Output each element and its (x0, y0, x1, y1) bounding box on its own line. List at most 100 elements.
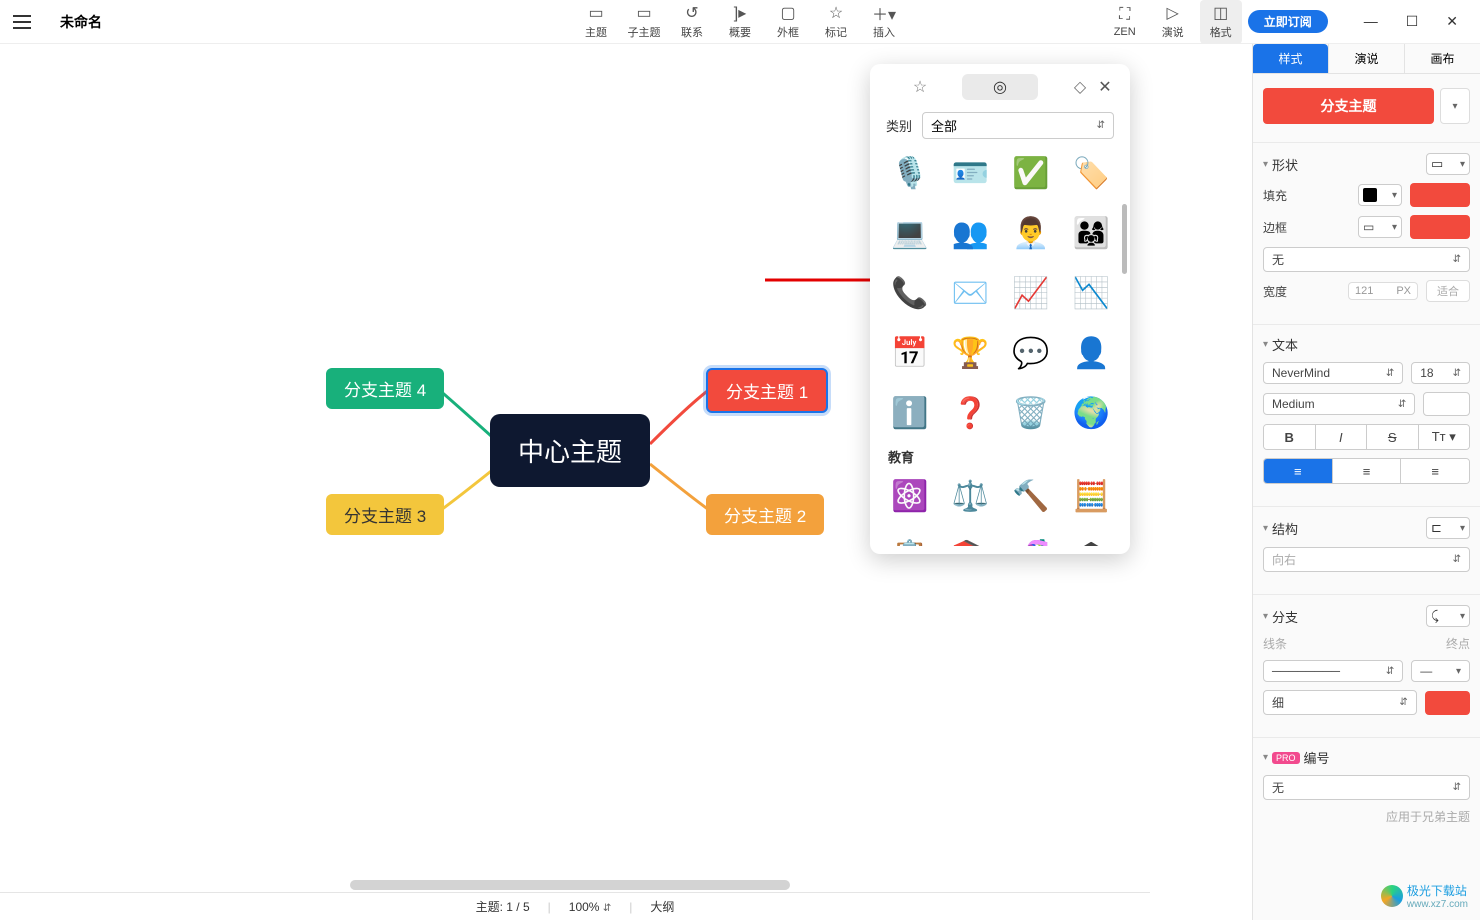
section-text-title[interactable]: ▾文本 (1263, 335, 1470, 354)
font-family-select[interactable]: NeverMind⇵ (1263, 362, 1403, 384)
align-left-button[interactable]: ≡ (1264, 459, 1332, 483)
tool-insert[interactable]: ＋▾插入 (863, 0, 905, 44)
align-center-button[interactable]: ≡ (1332, 459, 1401, 483)
verified-icon[interactable]: ✅ (1007, 149, 1055, 197)
tool-topic[interactable]: ▭主题 (575, 0, 617, 44)
fill-pattern-picker[interactable]: ▾ (1358, 184, 1402, 206)
team-chat-icon[interactable]: 👥 (947, 209, 995, 257)
calendar-icon[interactable]: 📅 (886, 329, 934, 377)
qa-icon[interactable]: 💬 (1007, 329, 1055, 377)
tool-relationship[interactable]: ↺联系 (671, 0, 713, 44)
scale-icon[interactable]: ⚖️ (947, 472, 995, 520)
tab-presentation[interactable]: 演说 (1329, 44, 1404, 73)
branch-shape-picker[interactable]: ⤹▾ (1426, 605, 1470, 627)
fill-color-button[interactable] (1410, 183, 1470, 207)
blackboard-icon[interactable]: 📋 (886, 532, 934, 546)
structure-direction-select[interactable]: 向右⇵ (1263, 547, 1470, 572)
id-badge-icon[interactable]: 🪪 (947, 149, 995, 197)
maximize-button[interactable]: ☐ (1406, 13, 1419, 30)
group-icon[interactable]: 👨‍👩‍👧 (1068, 209, 1116, 257)
width-input[interactable]: 121PX (1348, 282, 1418, 300)
tool-marker[interactable]: ☆标记 (815, 0, 857, 44)
topic-type-dropdown[interactable]: ▾ (1440, 88, 1470, 124)
dna-icon[interactable]: 🧬 (1007, 532, 1055, 546)
trash-icon[interactable]: 🗑️ (1007, 389, 1055, 437)
section-shape-title[interactable]: ▾形状 ▭▾ (1263, 153, 1470, 175)
sticker-tab-stickers[interactable]: ◎ (962, 74, 1038, 100)
stamp-icon[interactable]: 🏷️ (1068, 149, 1116, 197)
topic-type-button[interactable]: 分支主题 (1263, 88, 1434, 124)
sticker-close-button[interactable]: ✕ (1094, 76, 1116, 98)
tool-presentation[interactable]: ▷演说 (1152, 0, 1194, 44)
sticker-grid[interactable]: 🎙️🪪✅🏷️💻👥👨‍💼👨‍👩‍👧📞✉️📈📉📅🏆💬👤ℹ️❓🗑️🌍 教育 ⚛️⚖️🔨… (878, 145, 1122, 546)
category-select[interactable]: 全部⇵ (922, 112, 1114, 139)
branch-topic-1[interactable]: 分支主题 1 (706, 368, 828, 413)
border-color-button[interactable] (1410, 215, 1470, 239)
phone-call-icon[interactable]: 📞 (886, 269, 934, 317)
gavel-icon[interactable]: 🔨 (1007, 472, 1055, 520)
ranking-icon[interactable]: 🏆 (947, 329, 995, 377)
numbering-select[interactable]: 无⇵ (1263, 775, 1470, 800)
document-title: 未命名 (60, 12, 102, 32)
video-meeting-icon[interactable]: 💻 (886, 209, 934, 257)
tool-subtopic[interactable]: ▭子主题 (623, 0, 665, 44)
chart-up-icon[interactable]: 📈 (1007, 269, 1055, 317)
section-numbering-title[interactable]: ▾ PRO 编号 (1263, 748, 1470, 767)
format-panel: 样式 演说 画布 分支主题 ▾ ▾形状 ▭▾ 填充 ▾ 边框 ▭▾ 无⇵ 宽度 (1252, 44, 1480, 920)
line-thickness-select[interactable]: 细⇵ (1263, 690, 1417, 715)
bold-button[interactable]: B (1264, 425, 1315, 449)
sticker-tab-favorites[interactable]: ☆ (882, 74, 958, 100)
border-style-select[interactable]: 无⇵ (1263, 247, 1470, 272)
border-line-picker[interactable]: ▭▾ (1358, 216, 1402, 238)
branch-topic-3[interactable]: 分支主题 3 (326, 494, 444, 535)
line-color-button[interactable] (1425, 691, 1470, 715)
italic-button[interactable]: I (1315, 425, 1367, 449)
strike-button[interactable]: S (1366, 425, 1418, 449)
titlebar: 未命名 ▭主题 ▭子主题 ↺联系 ]▸概要 ▢外框 ☆标记 ＋▾插入 ⛶ZEN … (0, 0, 1480, 44)
font-size-select[interactable]: 18⇵ (1411, 362, 1470, 384)
microphone-icon[interactable]: 🎙️ (886, 149, 934, 197)
section-branch-title[interactable]: ▾分支 ⤹▾ (1263, 605, 1470, 627)
canvas-horizontal-scrollbar[interactable] (0, 878, 1150, 892)
chart-down-icon[interactable]: 📉 (1068, 269, 1116, 317)
sticker-scrollbar[interactable] (1122, 204, 1127, 274)
section-branch: ▾分支 ⤹▾ 线条 终点 ────────⇵ —▾ 细⇵ (1253, 595, 1480, 738)
central-topic[interactable]: 中心主题 (490, 414, 650, 487)
branch-topic-4[interactable]: 分支主题 4 (326, 368, 444, 409)
tool-format[interactable]: ◫格式 (1200, 0, 1242, 44)
zoom-level[interactable]: 100% ⇵ (569, 900, 611, 914)
subscribe-button[interactable]: 立即订阅 (1248, 10, 1328, 33)
tool-boundary[interactable]: ▢外框 (767, 0, 809, 44)
font-color-button[interactable] (1423, 392, 1470, 416)
format-tabs: 样式 演说 画布 (1253, 44, 1480, 74)
structure-picker[interactable]: ⊏▾ (1426, 517, 1470, 539)
align-right-button[interactable]: ≡ (1400, 459, 1469, 483)
outline-button[interactable]: 大纲 (650, 898, 674, 915)
tool-zen[interactable]: ⛶ZEN (1104, 0, 1146, 44)
branch-topic-2[interactable]: 分支主题 2 (706, 494, 824, 535)
fit-button[interactable]: 适合 (1426, 280, 1470, 302)
menu-button[interactable] (8, 8, 36, 36)
books-icon[interactable]: 📚 (947, 532, 995, 546)
support-agent-icon[interactable]: 👨‍💼 (1007, 209, 1055, 257)
sticker-panel: ☆ ◎ ◇ ✕ 类别 全部⇵ 🎙️🪪✅🏷️💻👥👨‍💼👨‍👩‍👧📞✉️📈📉📅🏆💬👤… (870, 64, 1130, 554)
tab-style[interactable]: 样式 (1253, 44, 1328, 73)
graduation-cap-icon[interactable]: 🎓 (1068, 532, 1116, 546)
tab-canvas[interactable]: 画布 (1405, 44, 1480, 73)
font-weight-select[interactable]: Medium⇵ (1263, 393, 1415, 415)
atom-icon[interactable]: ⚛️ (886, 472, 934, 520)
close-button[interactable]: ✕ (1446, 13, 1458, 30)
help-icon[interactable]: ❓ (947, 389, 995, 437)
abacus-icon[interactable]: 🧮 (1068, 472, 1116, 520)
section-structure-title[interactable]: ▾结构 ⊏▾ (1263, 517, 1470, 539)
line-end-select[interactable]: —▾ (1411, 660, 1470, 682)
minimize-button[interactable]: — (1364, 13, 1378, 30)
shape-picker[interactable]: ▭▾ (1426, 153, 1470, 175)
user-circle-icon[interactable]: 👤 (1068, 329, 1116, 377)
email-icon[interactable]: ✉️ (947, 269, 995, 317)
tool-summary[interactable]: ]▸概要 (719, 0, 761, 44)
info-icon[interactable]: ℹ️ (886, 389, 934, 437)
line-style-select[interactable]: ────────⇵ (1263, 660, 1403, 682)
globe-icon[interactable]: 🌍 (1068, 389, 1116, 437)
textcase-button[interactable]: Tᴛ ▾ (1418, 425, 1470, 449)
